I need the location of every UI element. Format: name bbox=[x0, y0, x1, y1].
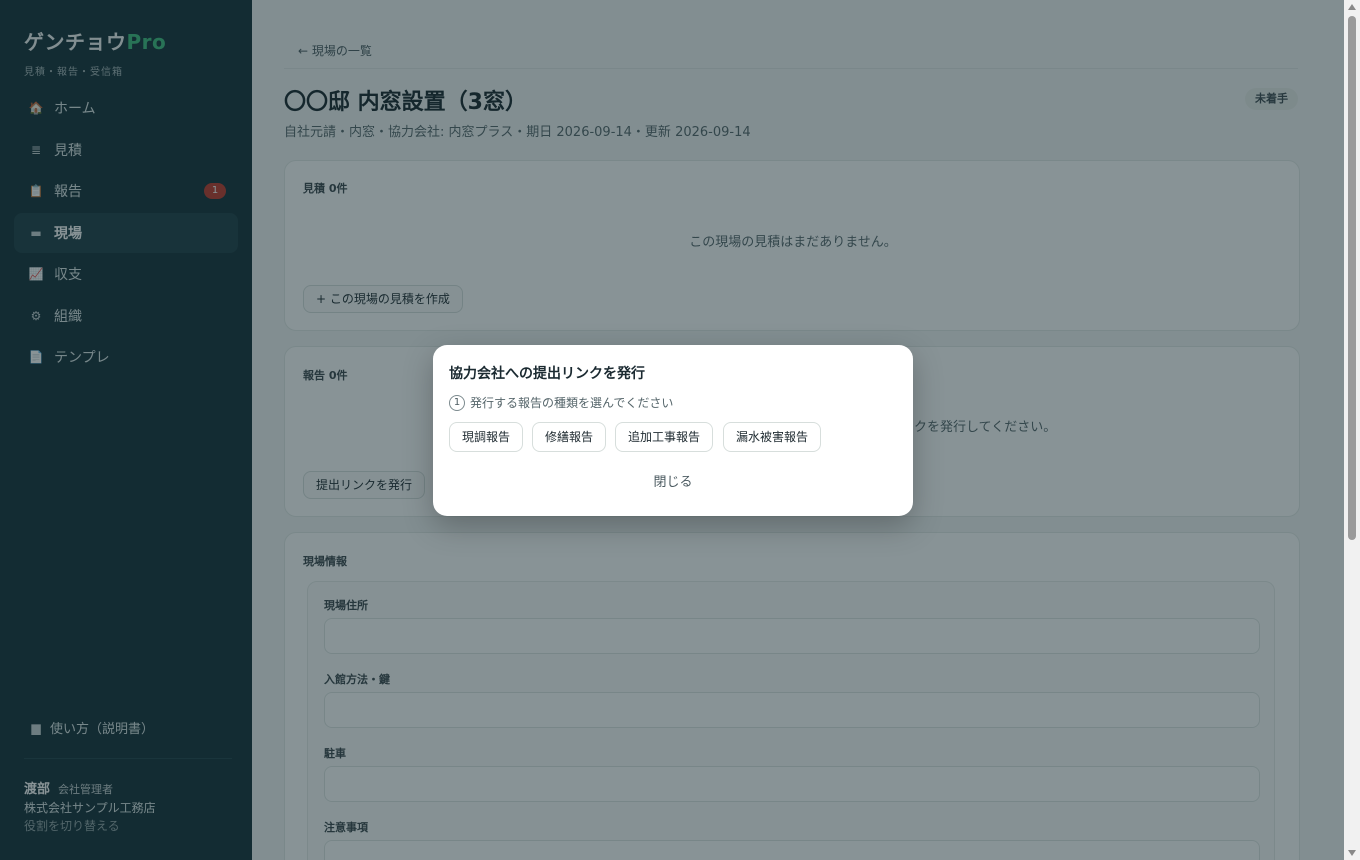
scroll-up-arrow-icon[interactable] bbox=[1348, 4, 1356, 10]
issue-link-dialog: 協力会社への提出リンクを発行 1 発行する報告の種類を選んでください 現調報告 … bbox=[433, 345, 913, 516]
report-type-additional-work-button[interactable]: 追加工事報告 bbox=[615, 422, 714, 452]
page-scrollbar[interactable] bbox=[1344, 0, 1360, 860]
scroll-down-arrow-icon[interactable] bbox=[1348, 850, 1356, 856]
step-number-icon: 1 bbox=[449, 394, 465, 411]
report-type-water-leak-button[interactable]: 漏水被害報告 bbox=[723, 422, 822, 452]
report-type-survey-button[interactable]: 現調報告 bbox=[449, 422, 524, 452]
report-type-repair-button[interactable]: 修繕報告 bbox=[532, 422, 607, 452]
close-dialog-button[interactable]: 閉じる bbox=[433, 471, 913, 490]
dialog-step: 1 発行する報告の種類を選んでください bbox=[449, 394, 673, 411]
scrollbar-thumb[interactable] bbox=[1348, 16, 1356, 540]
step-text: 発行する報告の種類を選んでください bbox=[470, 396, 674, 410]
dialog-title: 協力会社への提出リンクを発行 bbox=[449, 366, 645, 382]
